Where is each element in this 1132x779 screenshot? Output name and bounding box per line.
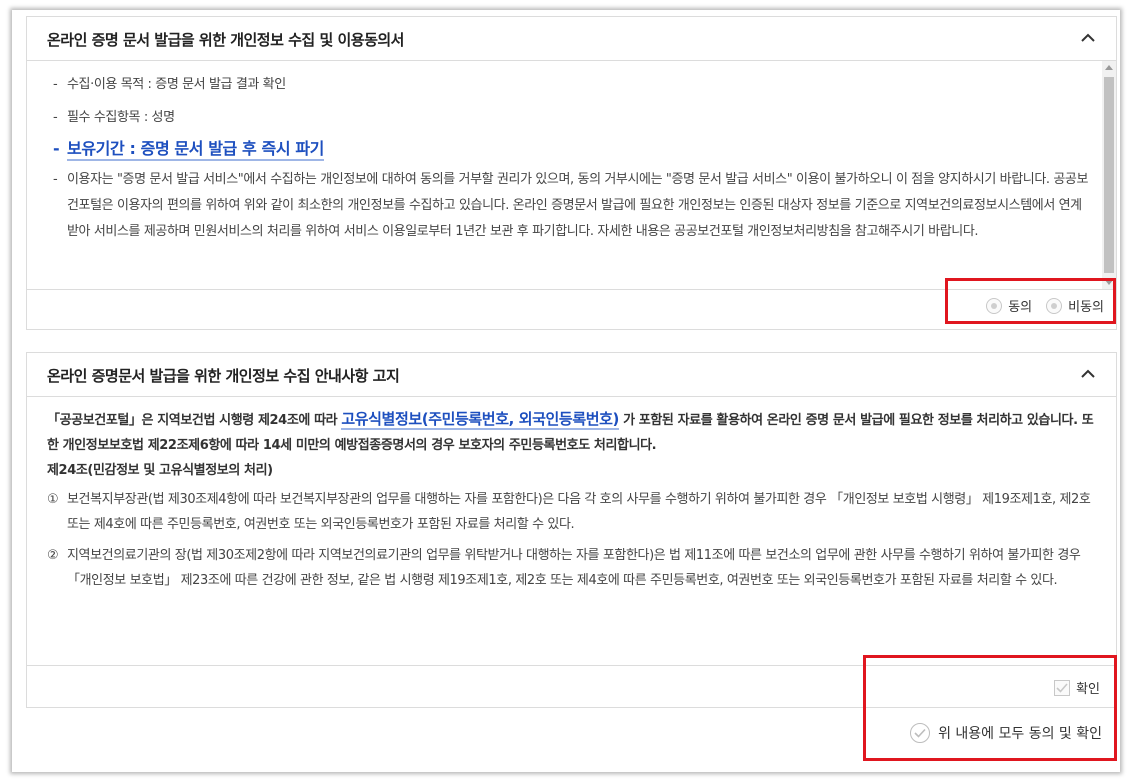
notice-intro: 「공공보건포털」은 지역보건법 시행령 제24조에 따라 고유식별정보(주민등록…	[47, 407, 1097, 458]
list-item: 수집·이용 목적 : 증명 문서 발급 결과 확인	[53, 73, 1093, 97]
item-number: ①	[47, 492, 59, 507]
retention-period-text: 보유기간 : 증명 문서 발급 후 즉시 파기	[67, 139, 324, 161]
highlight-box	[863, 655, 1117, 761]
chevron-up-icon[interactable]	[1080, 366, 1096, 382]
unique-id-highlight: 고유식별정보(주민등록번호, 외국인등록번호)	[341, 410, 619, 430]
item-text: 지역보건의료기관의 장(법 제30조제2항에 따라 지역보건의료기관의 업무를 …	[67, 548, 1081, 588]
item-number: ②	[47, 548, 59, 563]
list-item: 필수 수집항목 : 성명	[53, 106, 1093, 130]
consent-scroll-area[interactable]: 수집·이용 목적 : 증명 문서 발급 결과 확인 필수 수집항목 : 성명 보…	[27, 61, 1116, 289]
scroll-up-icon[interactable]	[1105, 65, 1113, 70]
intro-text-before: 「공공보건포털」은 지역보건법 시행령 제24조에 따라	[47, 413, 338, 428]
item-text: 보건복지부장관(법 제30조제4항에 따라 보건복지부장관의 업무를 대행하는 …	[67, 492, 1091, 532]
list-item: ① 보건복지부장관(법 제30조제4항에 따라 보건복지부장관의 업무를 대행하…	[47, 487, 1097, 537]
list-item: 이용자는 "증명 문서 발급 서비스"에서 수집하는 개인정보에 대하여 동의를…	[53, 167, 1093, 245]
scrollbar-thumb[interactable]	[1104, 77, 1114, 273]
chevron-up-icon[interactable]	[1080, 30, 1096, 46]
notice-body: 「공공보건포털」은 지역보건법 시행령 제24조에 따라 고유식별정보(주민등록…	[47, 407, 1097, 593]
notice-panel-header[interactable]: 온라인 증명문서 발급을 위한 개인정보 수집 안내사항 고지	[27, 353, 1116, 397]
vertical-scrollbar[interactable]	[1102, 61, 1116, 289]
window-frame: 온라인 증명 문서 발급을 위한 개인정보 수집 및 이용동의서 수집·이용 목…	[12, 10, 1120, 772]
notice-panel-title: 온라인 증명문서 발급을 위한 개인정보 수집 안내사항 고지	[47, 367, 400, 385]
article-title: 제24조(민감정보 및 고유식별정보의 처리)	[47, 463, 273, 478]
highlight-box	[945, 278, 1116, 324]
consent-panel-header[interactable]: 온라인 증명 문서 발급을 위한 개인정보 수집 및 이용동의서	[27, 17, 1116, 61]
consent-panel-title: 온라인 증명 문서 발급을 위한 개인정보 수집 및 이용동의서	[47, 31, 404, 49]
consent-list: 수집·이용 목적 : 증명 문서 발급 결과 확인 필수 수집항목 : 성명 보…	[53, 73, 1093, 254]
list-item: ② 지역보건의료기관의 장(법 제30조제2항에 따라 지역보건의료기관의 업무…	[47, 543, 1097, 593]
retention-period-item: 보유기간 : 증명 문서 발급 후 즉시 파기	[53, 137, 1093, 161]
